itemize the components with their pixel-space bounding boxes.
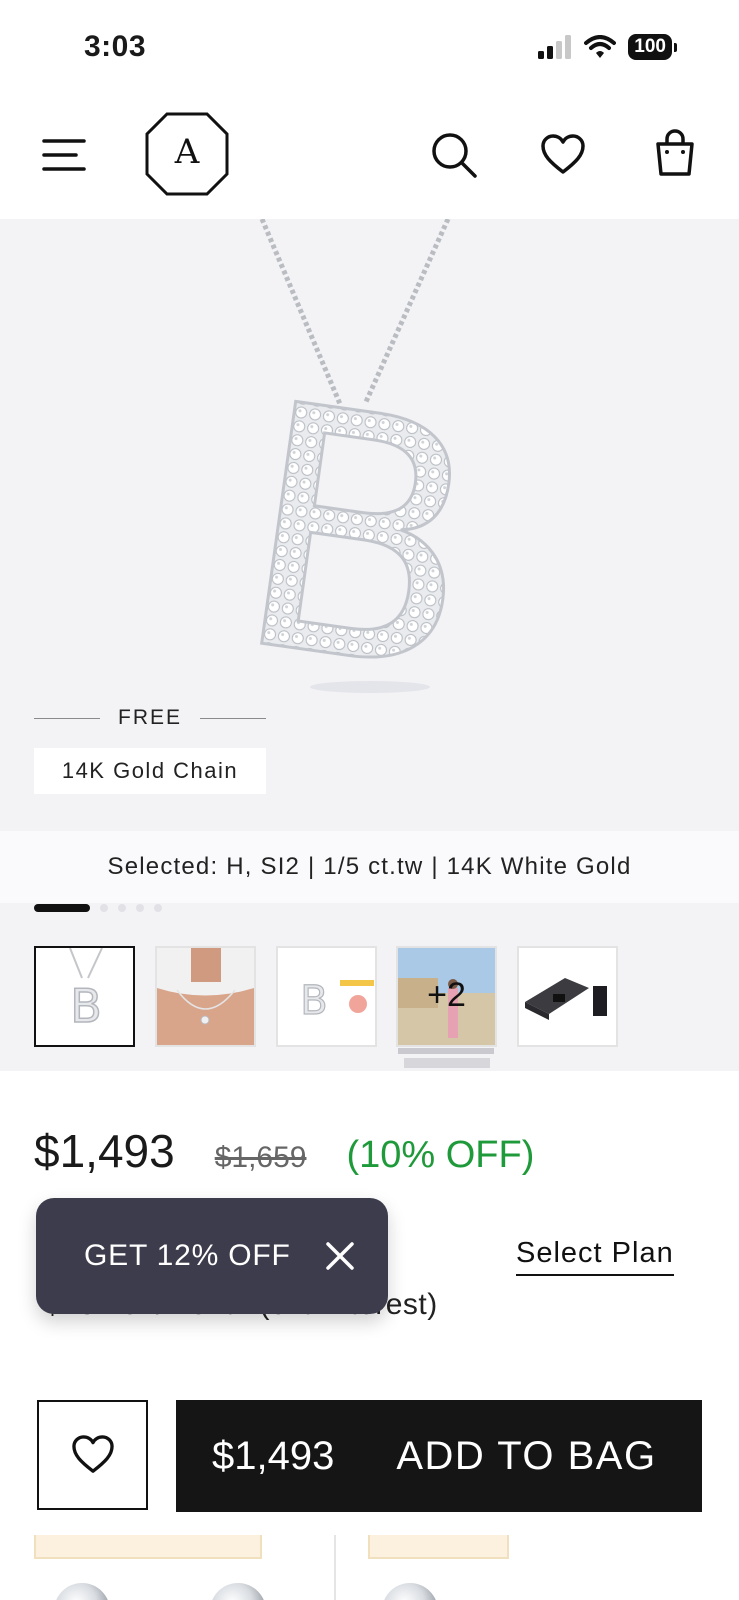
- battery-tip: [674, 42, 677, 52]
- site-header: A: [0, 95, 739, 219]
- menu-button[interactable]: [34, 125, 94, 185]
- thumbnail-size-comparison[interactable]: B: [276, 946, 377, 1047]
- bag-button-label: ADD TO BAG: [396, 1433, 657, 1478]
- diamond-image: [54, 1583, 110, 1600]
- status-time: 3:03: [84, 30, 147, 63]
- battery-level: 100: [628, 34, 672, 60]
- search-button[interactable]: [424, 125, 484, 185]
- thumbnail-customer-photo[interactable]: +2: [396, 946, 497, 1047]
- free-chain-badge: 14K Gold Chain: [34, 748, 266, 794]
- status-bar: 3:03 100: [0, 0, 739, 95]
- free-text: FREE: [118, 706, 183, 729]
- original-price: $1,659: [214, 1141, 307, 1174]
- battery-indicator: 100: [628, 34, 677, 60]
- thumbnail-model-wearing[interactable]: [155, 946, 256, 1047]
- selected-options-text: Selected: H, SI2 | 1/5 ct.tw | 14K White…: [0, 831, 739, 903]
- price-row: $1,493 $1,659 (10% OFF): [34, 1124, 534, 1178]
- wishlist-header-button[interactable]: [533, 125, 593, 185]
- thumbnail-pendant-front[interactable]: B: [34, 946, 135, 1047]
- diamond-image: [382, 1583, 438, 1600]
- free-gift-label: FREE: [34, 706, 267, 730]
- model-thumbnail-image: [157, 948, 254, 1045]
- svg-text:B: B: [70, 979, 102, 1033]
- close-icon[interactable]: [325, 1241, 355, 1271]
- cart-button[interactable]: [645, 123, 705, 183]
- more-photos-count: +2: [427, 976, 466, 1014]
- discount-label: (10% OFF): [346, 1134, 535, 1176]
- promo-label: GET 12% OFF: [84, 1239, 291, 1272]
- promo-toast[interactable]: GET 12% OFF: [36, 1198, 388, 1314]
- carousel-dot[interactable]: [154, 904, 162, 912]
- option-card-partial: [368, 1535, 509, 1559]
- select-plan-link[interactable]: Select Plan: [516, 1237, 674, 1276]
- thumbnail-packaging-box[interactable]: [517, 946, 618, 1047]
- divider-line: [34, 717, 100, 719]
- wifi-icon: [584, 35, 617, 58]
- carousel-dot[interactable]: [136, 904, 144, 912]
- cellular-signal-icon: [538, 35, 572, 59]
- pendant-image: B: [217, 219, 501, 751]
- option-card-partial: [34, 1535, 262, 1559]
- logo-letter: A: [174, 132, 200, 172]
- size-comparison-image: B: [300, 977, 374, 1025]
- current-price: $1,493: [34, 1125, 175, 1177]
- heart-icon: [71, 1435, 114, 1473]
- carousel-dot[interactable]: [118, 904, 126, 912]
- divider-line: [200, 717, 267, 719]
- photo-stack-edge: [398, 1048, 494, 1054]
- pendant-thumbnail-image: B: [69, 948, 103, 1034]
- product-hero-image[interactable]: B: [0, 219, 739, 831]
- carousel-dot[interactable]: [100, 904, 108, 912]
- status-icons: 100: [538, 34, 677, 60]
- photo-stack-edge: [404, 1058, 490, 1068]
- menu-icon: [42, 139, 86, 171]
- carousel-dot-active[interactable]: [34, 904, 90, 912]
- search-icon: [432, 133, 477, 178]
- divider: [334, 1535, 336, 1600]
- svg-text:B: B: [300, 978, 327, 1024]
- packaging-box-image: [525, 978, 607, 1020]
- shopping-bag-icon: [656, 129, 694, 176]
- heart-icon: [541, 134, 585, 174]
- brand-logo[interactable]: A: [145, 112, 229, 196]
- bag-button-price: $1,493: [212, 1433, 335, 1478]
- diamond-image: [210, 1583, 266, 1600]
- add-to-bag-button[interactable]: $1,493 ADD TO BAG: [176, 1400, 702, 1512]
- add-to-wishlist-button[interactable]: [37, 1400, 148, 1510]
- carousel-dots: [34, 904, 162, 912]
